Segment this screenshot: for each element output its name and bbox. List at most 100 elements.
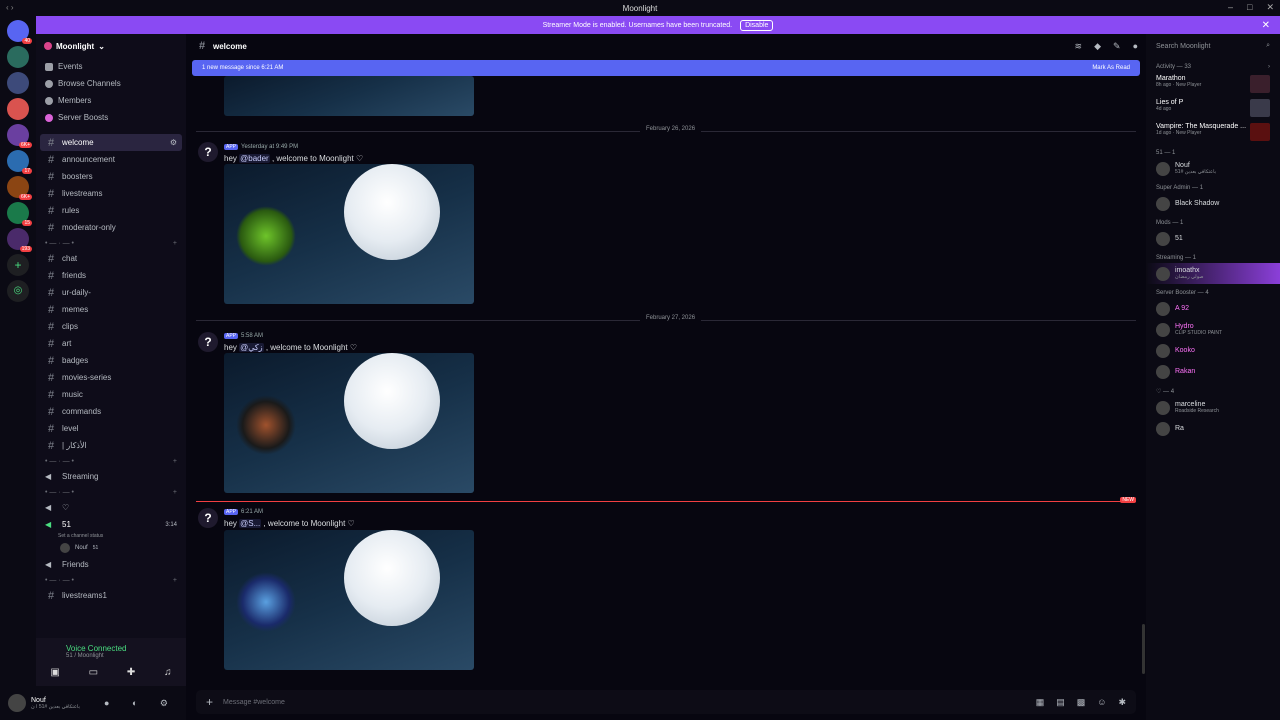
sidebar-item-events[interactable]: Events <box>36 58 186 75</box>
member-item[interactable]: Hydro CLIP STUDIO PAINT <box>1146 319 1280 340</box>
voice-channel-friends[interactable]: ◀ Friends <box>36 556 186 573</box>
channel-ur-daily[interactable]: # ur-daily- <box>36 284 186 301</box>
new-messages-bar[interactable]: 1 new message since 6:21 AM Mark As Read <box>192 60 1140 76</box>
voice-channel-51[interactable]: ◀ 51 3:14 <box>36 516 186 533</box>
mark-as-read-button[interactable]: Mark As Read <box>1092 65 1130 71</box>
screen-share-icon[interactable]: ▭ <box>89 667 98 678</box>
bell-icon[interactable]: ◆ <box>1094 41 1101 52</box>
activity-item[interactable]: Marathon 8h ago · New Player <box>1146 72 1280 96</box>
channel-memes[interactable]: # memes <box>36 301 186 318</box>
threads-icon[interactable]: ≋ <box>1075 41 1083 52</box>
sticker-icon[interactable]: ▩ <box>1077 697 1086 708</box>
member-item[interactable]: imoathx صولي رمضان <box>1146 263 1280 284</box>
channel-streaming[interactable]: ◀ Streaming <box>36 468 186 485</box>
channel-clips[interactable]: # clips <box>36 318 186 335</box>
channel-announcement[interactable]: # announcement <box>36 151 186 168</box>
discover-icon[interactable]: ◎ <box>7 280 29 302</box>
minimize-button[interactable]: – <box>1228 2 1233 13</box>
avatar[interactable]: ? <box>198 332 218 352</box>
guild-header[interactable]: Moonlight ⌄ <box>36 34 186 58</box>
back-forward-icon[interactable]: ‹ › <box>6 3 14 12</box>
camera-icon[interactable]: ▣ <box>50 667 59 678</box>
channel-moderator-only[interactable]: # moderator-only <box>36 219 186 236</box>
member-item[interactable]: A 92 <box>1146 298 1280 319</box>
category-divider[interactable]: • — · — • + <box>36 485 186 499</box>
member-item[interactable]: Nouf باعتكافي بعدين #51 <box>1146 158 1280 179</box>
channel-rules[interactable]: # rules <box>36 202 186 219</box>
member-item[interactable]: marceline Roadside Research <box>1146 397 1280 418</box>
channel-music[interactable]: # music <box>36 386 186 403</box>
add-attachment-icon[interactable]: + <box>206 695 213 709</box>
channel-movies-series[interactable]: # movies-series <box>36 369 186 386</box>
voice-channel-heart[interactable]: ◀ ♡ <box>36 499 186 516</box>
activity-item[interactable]: Vampire: The Masquerade ... 1d ago · New … <box>1146 120 1280 144</box>
gif-icon[interactable]: ▤ <box>1056 697 1065 708</box>
voice-user[interactable]: Nouf 51 <box>36 539 186 556</box>
channel-commands[interactable]: # commands <box>36 403 186 420</box>
member-item[interactable]: 51 <box>1146 228 1280 249</box>
channel-friends[interactable]: # friends <box>36 267 186 284</box>
channel-level[interactable]: # level <box>36 420 186 437</box>
gift-icon[interactable]: ▦ <box>1036 697 1045 708</box>
apps-icon[interactable]: ✱ <box>1118 697 1126 708</box>
members-toggle-icon[interactable]: ● <box>1133 41 1138 52</box>
voice-connected-subtitle[interactable]: 51 / Moonlight <box>36 653 186 659</box>
channel-chat[interactable]: # chat <box>36 250 186 267</box>
sidebar-item-browse[interactable]: Browse Channels <box>36 75 186 92</box>
member-item[interactable]: Ra <box>1146 418 1280 439</box>
settings-gear-icon[interactable]: ⚙ <box>170 138 177 147</box>
server-icon[interactable] <box>7 72 29 94</box>
user-panel[interactable]: Nouf باعتكافي بعدين #51 ا ن ● ◐ ⚙ <box>0 686 186 720</box>
welcome-image[interactable] <box>224 164 474 304</box>
disable-streamer-mode-button[interactable]: Disable <box>740 19 774 31</box>
channel-livestreams[interactable]: # livestreams <box>36 185 186 202</box>
server-icon[interactable]: 17 <box>7 150 32 174</box>
pin-icon[interactable]: ✎ <box>1113 41 1121 52</box>
mic-headset-settings-icon[interactable]: ● ◐ ⚙ <box>104 698 178 709</box>
channel-art[interactable]: # art <box>36 335 186 352</box>
welcome-image[interactable] <box>224 76 474 116</box>
category-divider[interactable]: • — · — • + <box>36 573 186 587</box>
avatar[interactable]: ? <box>198 142 218 162</box>
member-item[interactable]: Black Shadow <box>1146 193 1280 214</box>
message-composer[interactable]: + Message #welcome ▦ ▤ ▩ ☺ ✱ <box>196 690 1136 714</box>
maximize-button[interactable]: □ <box>1247 2 1252 13</box>
avatar[interactable]: ? <box>198 508 218 528</box>
category-divider[interactable]: • — · — • + <box>36 454 186 468</box>
avatar[interactable] <box>8 694 26 712</box>
message-input[interactable]: Message #welcome <box>223 699 285 706</box>
server-icon[interactable]: 193 <box>7 228 32 252</box>
scrollbar[interactable] <box>1142 624 1145 674</box>
banner-close-icon[interactable]: ✕ <box>1262 20 1270 31</box>
welcome-image[interactable] <box>224 353 474 493</box>
member-item[interactable]: Kooko <box>1146 340 1280 361</box>
date-divider: February 26, 2026 <box>196 126 1136 132</box>
direct-messages-icon[interactable]: 40 <box>7 20 32 44</box>
activity-item[interactable]: Lies of P 4d ago <box>1146 96 1280 120</box>
channel-badges[interactable]: # badges <box>36 352 186 369</box>
member-item[interactable]: Rakan <box>1146 361 1280 382</box>
channel-livestreams1[interactable]: # livestreams1 <box>36 587 186 604</box>
close-window-button[interactable]: ✕ <box>1266 2 1274 13</box>
sidebar-item-members[interactable]: Members <box>36 92 186 109</box>
soundboard-icon[interactable]: ♫ <box>164 667 172 678</box>
server-icon[interactable]: 15 <box>7 202 32 226</box>
add-server-icon[interactable]: + <box>7 254 29 276</box>
activities-icon[interactable]: ✚ <box>127 667 135 678</box>
server-icon[interactable]: 6K+ <box>7 124 32 148</box>
channel-athkar[interactable]: # | الأذكار <box>36 437 186 454</box>
server-icon[interactable] <box>7 46 29 68</box>
user-mention[interactable]: @bader <box>239 154 270 163</box>
server-icon[interactable] <box>7 98 29 120</box>
emoji-icon[interactable]: ☺ <box>1097 697 1106 708</box>
server-icon[interactable]: 6K+ <box>7 176 32 200</box>
user-mention[interactable]: @S... <box>239 519 262 528</box>
category-divider[interactable]: • — · — • + <box>36 236 186 250</box>
channel-welcome[interactable]: # welcome ⚙ <box>40 134 182 151</box>
activity-header[interactable]: Activity — 33 › <box>1146 58 1280 72</box>
sidebar-item-boosts[interactable]: Server Boosts <box>36 109 186 126</box>
user-mention[interactable]: @زكي <box>239 343 264 352</box>
welcome-image[interactable] <box>224 530 474 670</box>
search-input[interactable]: Search Moonlight ⌕ <box>1146 34 1280 58</box>
channel-boosters[interactable]: # boosters <box>36 168 186 185</box>
